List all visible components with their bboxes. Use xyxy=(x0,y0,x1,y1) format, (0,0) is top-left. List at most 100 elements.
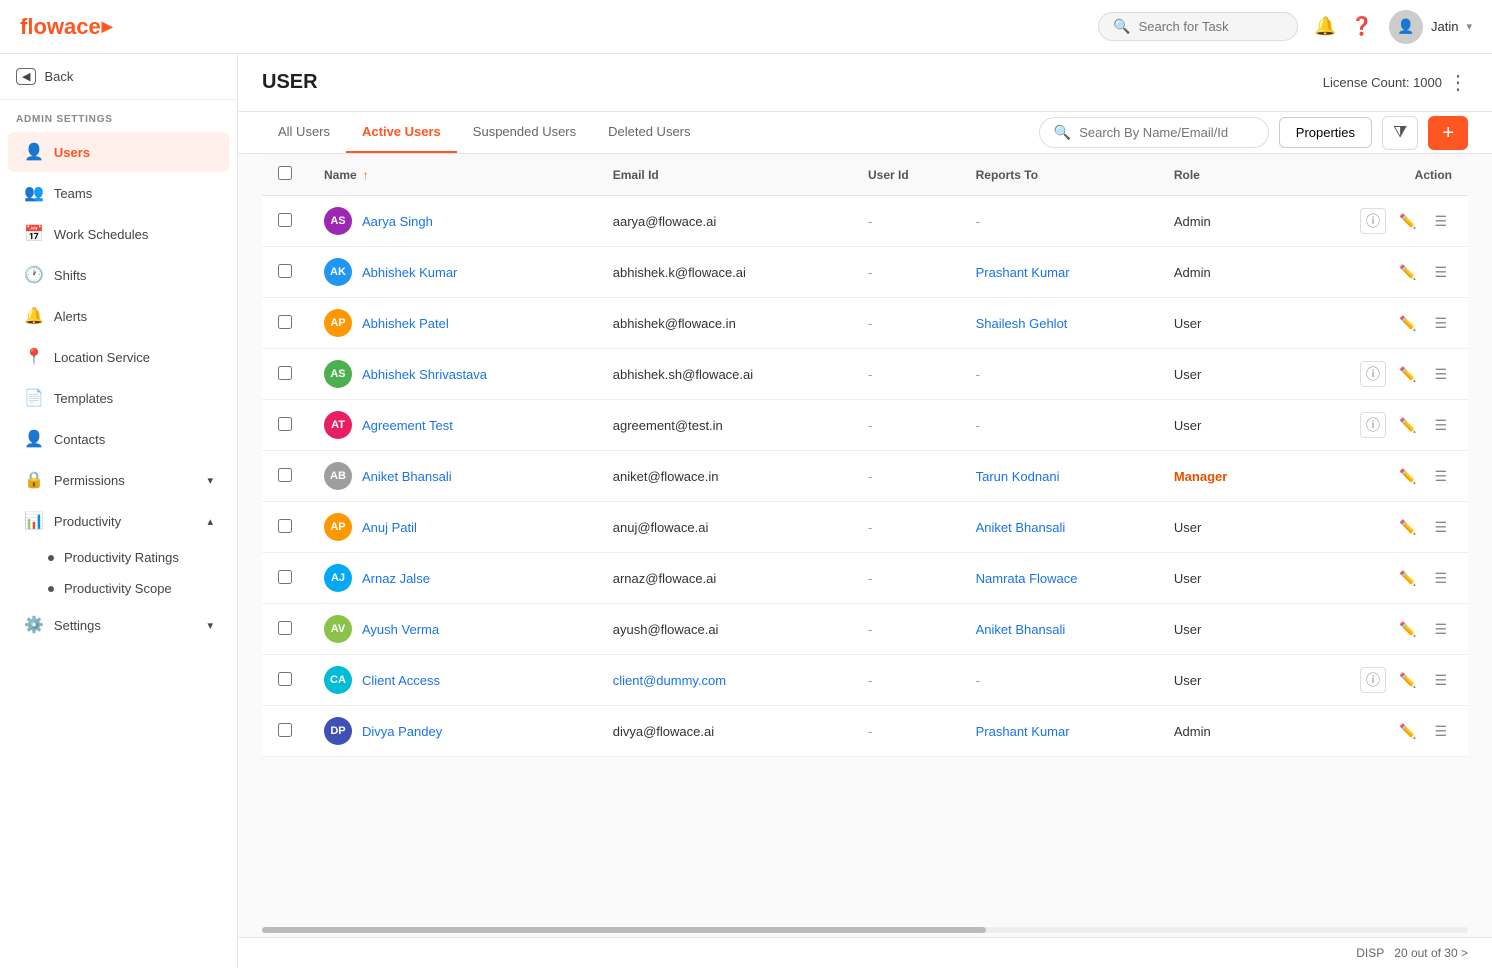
row-checkbox[interactable] xyxy=(278,264,292,278)
edit-button[interactable]: ✏️ xyxy=(1394,364,1421,385)
row-checkbox[interactable] xyxy=(278,213,292,227)
edit-button[interactable]: ✏️ xyxy=(1394,721,1421,742)
sidebar-item-permissions[interactable]: 🔒 Permissions ▾ xyxy=(8,460,229,500)
sidebar-item-users[interactable]: 👤 Users xyxy=(8,132,229,172)
menu-button[interactable]: ☰ xyxy=(1429,364,1452,385)
menu-button[interactable]: ☰ xyxy=(1429,517,1452,538)
task-search-bar[interactable]: 🔍 xyxy=(1098,12,1298,41)
tabs-bar: All Users Active Users Suspended Users D… xyxy=(238,112,1492,154)
row-checkbox[interactable] xyxy=(278,672,292,686)
tab-active-users[interactable]: Active Users xyxy=(346,112,457,153)
menu-button[interactable]: ☰ xyxy=(1429,670,1452,691)
row-checkbox[interactable] xyxy=(278,417,292,431)
sidebar-item-templates[interactable]: 📄 Templates xyxy=(8,378,229,418)
sidebar-item-settings[interactable]: ⚙️ Settings ▾ xyxy=(8,605,229,645)
row-checkbox[interactable] xyxy=(278,315,292,329)
user-name-link[interactable]: Client Access xyxy=(362,673,440,688)
reports-to-value: - xyxy=(976,673,980,688)
row-checkbox[interactable] xyxy=(278,366,292,380)
tab-suspended-users[interactable]: Suspended Users xyxy=(457,112,592,153)
reports-to-link[interactable]: Aniket Bhansali xyxy=(976,520,1066,535)
user-search-bar[interactable]: 🔍 xyxy=(1039,117,1269,148)
row-checkbox[interactable] xyxy=(278,468,292,482)
scrollbar-track[interactable] xyxy=(262,927,1468,933)
row-checkbox[interactable] xyxy=(278,621,292,635)
menu-button[interactable]: ☰ xyxy=(1429,211,1452,232)
table-row: AJ Arnaz Jalse arnaz@flowace.ai - Namrat… xyxy=(262,553,1468,604)
edit-button[interactable]: ✏️ xyxy=(1394,211,1421,232)
sidebar-item-productivity-ratings[interactable]: Productivity Ratings xyxy=(32,542,237,573)
edit-button[interactable]: ✏️ xyxy=(1394,619,1421,640)
user-email: ayush@flowace.ai xyxy=(613,622,719,637)
reports-to-link[interactable]: Prashant Kumar xyxy=(976,265,1070,280)
sidebar-item-contacts[interactable]: 👤 Contacts xyxy=(8,419,229,459)
user-name-link[interactable]: Agreement Test xyxy=(362,418,453,433)
filter-button[interactable]: ⧩ xyxy=(1382,116,1418,150)
sidebar-item-work-schedules[interactable]: 📅 Work Schedules xyxy=(8,214,229,254)
menu-button[interactable]: ☰ xyxy=(1429,568,1452,589)
user-menu[interactable]: 👤 Jatin ▾ xyxy=(1389,10,1472,44)
tab-deleted-users[interactable]: Deleted Users xyxy=(592,112,706,153)
sidebar-item-productivity[interactable]: 📊 Productivity ▴ xyxy=(8,501,229,541)
notifications-icon[interactable]: 🔔 xyxy=(1314,16,1336,37)
user-name-link[interactable]: Anuj Patil xyxy=(362,520,417,535)
menu-button[interactable]: ☰ xyxy=(1429,619,1452,640)
sidebar-item-alerts[interactable]: 🔔 Alerts xyxy=(8,296,229,336)
sort-icon[interactable]: ↑ xyxy=(363,168,369,182)
properties-button[interactable]: Properties xyxy=(1279,117,1372,148)
menu-button[interactable]: ☰ xyxy=(1429,721,1452,742)
user-name-link[interactable]: Ayush Verma xyxy=(362,622,439,637)
row-userid-cell: - xyxy=(852,349,960,400)
more-options-icon[interactable]: ⋮ xyxy=(1448,70,1468,95)
info-button[interactable]: ⓘ xyxy=(1360,208,1386,234)
edit-button[interactable]: ✏️ xyxy=(1394,313,1421,334)
row-checkbox[interactable] xyxy=(278,519,292,533)
reports-to-link[interactable]: Tarun Kodnani xyxy=(976,469,1060,484)
edit-button[interactable]: ✏️ xyxy=(1394,415,1421,436)
scrollbar-thumb[interactable] xyxy=(262,927,986,933)
back-button[interactable]: ◀ Back xyxy=(0,54,237,100)
sidebar-item-teams[interactable]: 👥 Teams xyxy=(8,173,229,213)
row-action-cell: ✏️ ☰ xyxy=(1284,502,1468,553)
help-icon[interactable]: ❓ xyxy=(1351,16,1373,37)
sidebar-item-productivity-scope[interactable]: Productivity Scope xyxy=(32,573,237,604)
menu-button[interactable]: ☰ xyxy=(1429,313,1452,334)
edit-button[interactable]: ✏️ xyxy=(1394,568,1421,589)
reports-to-link[interactable]: Shailesh Gehlot xyxy=(976,316,1068,331)
menu-button[interactable]: ☰ xyxy=(1429,415,1452,436)
info-button[interactable]: ⓘ xyxy=(1360,412,1386,438)
row-checkbox-cell xyxy=(262,655,308,706)
user-search-input[interactable] xyxy=(1079,125,1239,140)
tab-all-users[interactable]: All Users xyxy=(262,112,346,153)
task-search-input[interactable] xyxy=(1139,19,1279,34)
select-all-checkbox[interactable] xyxy=(278,166,292,180)
row-checkbox-cell xyxy=(262,298,308,349)
reports-to-link[interactable]: Aniket Bhansali xyxy=(976,622,1066,637)
edit-button[interactable]: ✏️ xyxy=(1394,517,1421,538)
user-name-link[interactable]: Abhishek Shrivastava xyxy=(362,367,487,382)
row-checkbox[interactable] xyxy=(278,570,292,584)
user-avatar: CA xyxy=(324,666,352,694)
edit-button[interactable]: ✏️ xyxy=(1394,466,1421,487)
user-name-link[interactable]: Divya Pandey xyxy=(362,724,442,739)
user-name-link[interactable]: Aniket Bhansali xyxy=(362,469,452,484)
user-name-link[interactable]: Abhishek Kumar xyxy=(362,265,457,280)
productivity-icon: 📊 xyxy=(24,511,44,531)
sidebar-item-location-service[interactable]: 📍 Location Service xyxy=(8,337,229,377)
menu-button[interactable]: ☰ xyxy=(1429,466,1452,487)
user-name-link[interactable]: Arnaz Jalse xyxy=(362,571,430,586)
user-email: aniket@flowace.in xyxy=(613,469,719,484)
edit-button[interactable]: ✏️ xyxy=(1394,670,1421,691)
user-name-link[interactable]: Abhishek Patel xyxy=(362,316,449,331)
user-role: User xyxy=(1174,520,1201,535)
info-button[interactable]: ⓘ xyxy=(1360,361,1386,387)
info-button[interactable]: ⓘ xyxy=(1360,667,1386,693)
menu-button[interactable]: ☰ xyxy=(1429,262,1452,283)
sidebar-item-shifts[interactable]: 🕐 Shifts xyxy=(8,255,229,295)
add-user-button[interactable]: + xyxy=(1428,116,1468,150)
user-name-link[interactable]: Aarya Singh xyxy=(362,214,433,229)
reports-to-link[interactable]: Namrata Flowace xyxy=(976,571,1078,586)
row-checkbox[interactable] xyxy=(278,723,292,737)
edit-button[interactable]: ✏️ xyxy=(1394,262,1421,283)
reports-to-link[interactable]: Prashant Kumar xyxy=(976,724,1070,739)
